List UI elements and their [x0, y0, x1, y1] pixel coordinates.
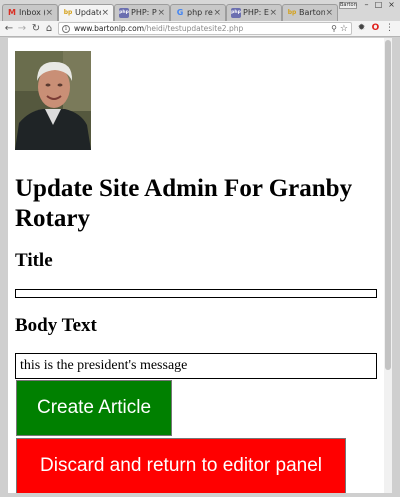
close-window-icon[interactable]: × — [386, 1, 397, 9]
menu-icon[interactable]: ⋮ — [384, 23, 395, 34]
close-icon[interactable]: × — [45, 7, 53, 19]
browser-toolbar: ← → ↻ ⌂ i www.bartonlp.com/heidi/testupd… — [0, 21, 400, 37]
tab-barton[interactable]: bp Barton × — [282, 4, 338, 21]
discard-button[interactable]: Discard and return to editor panel — [16, 438, 346, 493]
tab-label: PHP: E — [243, 8, 269, 17]
tab-php-p[interactable]: php PHP: P × — [114, 4, 170, 21]
close-icon[interactable]: × — [101, 7, 109, 19]
page-title: Update Site Admin For Granby Rotary — [15, 175, 353, 232]
zoom-icon[interactable]: ⚲ — [331, 23, 337, 35]
portrait-image — [15, 51, 91, 150]
tab-label: Inbox ( — [19, 8, 45, 17]
bartonlp-favicon-icon: bp — [63, 9, 73, 16]
profile-photo — [15, 51, 91, 150]
tab-inbox[interactable]: M Inbox ( × — [2, 4, 58, 21]
address-bar[interactable]: i www.bartonlp.com/heidi/testupdatesite2… — [58, 22, 352, 35]
url-text[interactable]: www.bartonlp.com/heidi/testupdatesite2.p… — [74, 23, 243, 35]
tab-update[interactable]: bp Update × — [58, 4, 114, 21]
php-favicon-icon: php — [231, 8, 241, 18]
close-icon[interactable]: × — [269, 7, 277, 19]
star-icon[interactable]: ☆ — [340, 23, 348, 35]
profile-button[interactable]: Barton — [339, 2, 357, 9]
create-article-button[interactable]: Create Article — [16, 380, 172, 436]
tab-label: Update — [75, 8, 101, 17]
reload-icon[interactable]: ↻ — [30, 22, 42, 35]
url-path: /heidi/testupdatesite2.php — [144, 24, 244, 33]
opera-icon[interactable]: O — [370, 23, 381, 34]
title-field[interactable] — [15, 289, 377, 298]
browser-chrome: M Inbox ( × bp Update × php PHP: P × G p… — [0, 0, 400, 37]
back-icon[interactable]: ← — [3, 22, 15, 35]
tab-label: Barton — [299, 8, 325, 17]
info-icon[interactable]: i — [62, 25, 70, 33]
close-icon[interactable]: × — [213, 7, 221, 19]
maximize-icon[interactable]: □ — [373, 1, 384, 9]
bartonlp-favicon-icon: bp — [287, 9, 297, 16]
php-favicon-icon: php — [119, 8, 129, 18]
gmail-icon: M — [8, 8, 16, 17]
google-icon: G — [176, 8, 184, 17]
home-icon[interactable]: ⌂ — [43, 22, 55, 35]
body-text-heading: Body Text — [15, 315, 97, 336]
extension-icon[interactable]: ✹ — [356, 23, 367, 34]
close-icon[interactable]: × — [325, 7, 333, 19]
minimize-icon[interactable]: – — [361, 1, 372, 9]
title-heading: Title — [15, 250, 53, 271]
tab-label: php re — [187, 8, 213, 17]
scrollbar[interactable] — [384, 38, 392, 493]
tab-strip: M Inbox ( × bp Update × php PHP: P × G p… — [0, 0, 400, 21]
tab-php-re[interactable]: G php re × — [170, 4, 226, 21]
close-icon[interactable]: × — [157, 7, 165, 19]
page-viewport: Update Site Admin For Granby Rotary Titl… — [8, 38, 392, 493]
url-domain: www.bartonlp.com — [74, 24, 145, 33]
body-text-field[interactable]: this is the president's message — [15, 353, 377, 379]
tab-label: PHP: P — [131, 8, 157, 17]
scrollbar-thumb[interactable] — [385, 40, 391, 370]
forward-icon[interactable]: → — [16, 22, 28, 35]
tab-php-e[interactable]: php PHP: E × — [226, 4, 282, 21]
